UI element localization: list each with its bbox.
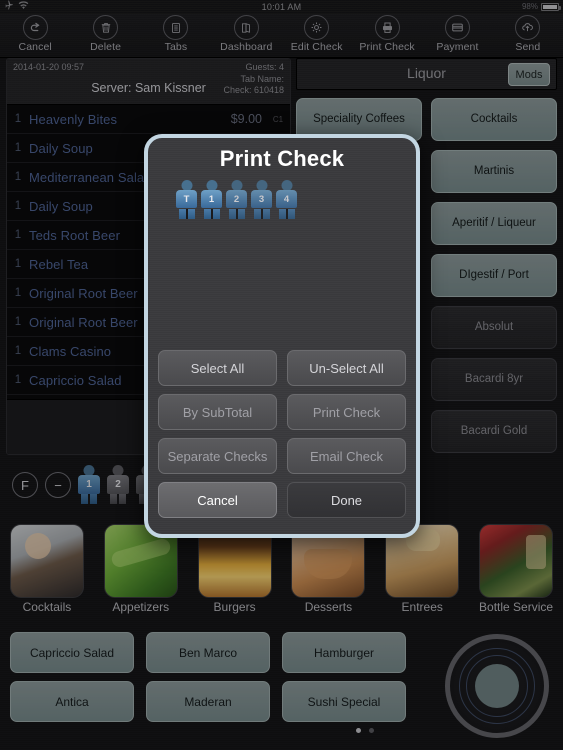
dialog-button-row-3: Separate Checks Email Check [158,438,406,474]
print-check-dialog: Print Check T 1 2 3 4 Select All Un-Sele… [144,134,420,538]
pos-app-screen: 10:01 AM 98% Cancel Delete Tabs Dashboar… [0,0,563,750]
dialog-button-grid: Select All Un-Select All By SubTotal Pri… [158,350,406,526]
separate-checks-button[interactable]: Separate Checks [158,438,277,474]
dialog-seat-selector: T 1 2 3 4 [148,172,416,219]
seat-label: 3 [251,190,272,208]
dialog-title: Print Check [219,146,345,171]
seat-legs-icon [279,209,295,219]
dialog-seat-figure-2[interactable]: 2 [226,180,247,219]
dialog-button-row-2: By SubTotal Print Check [158,394,406,430]
seat-legs-icon [229,209,245,219]
dialog-button-row-1: Select All Un-Select All [158,350,406,386]
seat-legs-icon [204,209,220,219]
seat-label: 1 [201,190,222,208]
un-select-all-button[interactable]: Un-Select All [287,350,406,386]
done-button[interactable]: Done [287,482,406,518]
by-subtotal-button[interactable]: By SubTotal [158,394,277,430]
email-check-button[interactable]: Email Check [287,438,406,474]
dialog-seat-figure-1[interactable]: 1 [201,180,222,219]
dialog-seat-figure-total[interactable]: T [176,180,197,219]
seat-label: 2 [226,190,247,208]
select-all-button[interactable]: Select All [158,350,277,386]
seat-label: 4 [276,190,297,208]
seat-label: T [176,190,197,208]
dialog-seat-figure-4[interactable]: 4 [276,180,297,219]
seat-legs-icon [254,209,270,219]
print-check-button[interactable]: Print Check [287,394,406,430]
dialog-seat-figure-3[interactable]: 3 [251,180,272,219]
seat-legs-icon [179,209,195,219]
dialog-button-row-4: Cancel Done [158,482,406,518]
cancel-button[interactable]: Cancel [158,482,277,518]
